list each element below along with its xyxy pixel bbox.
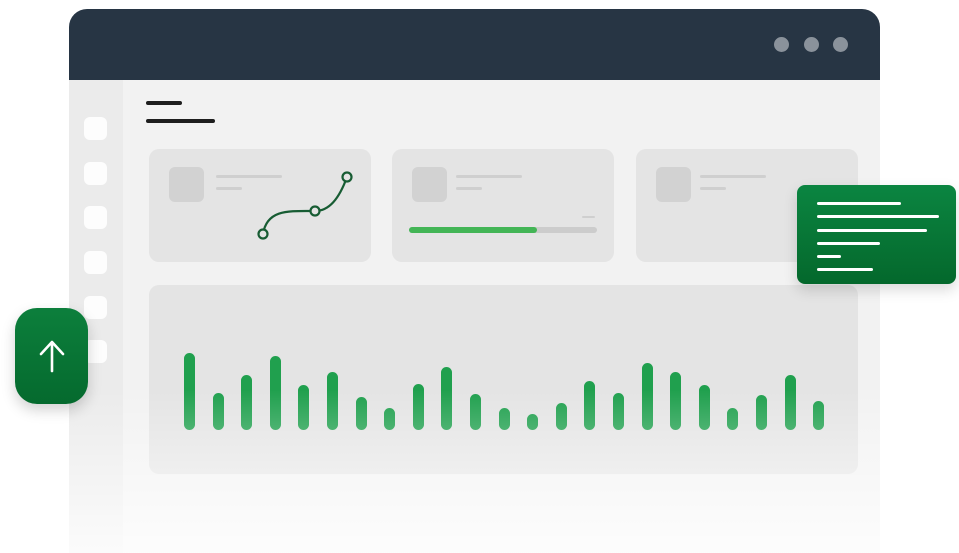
- chart-bar: [441, 367, 453, 430]
- chart-bar: [698, 385, 710, 430]
- window-dot[interactable]: [774, 37, 789, 52]
- text-line: [817, 255, 841, 258]
- app-window: [69, 9, 880, 553]
- text-line: [817, 229, 927, 232]
- text-line: [817, 268, 873, 271]
- chart-bar: [384, 407, 396, 430]
- card-subheading-line: [700, 187, 726, 190]
- text-line: [817, 202, 901, 205]
- sidebar-item[interactable]: [84, 206, 107, 229]
- chart-bar: [498, 407, 510, 430]
- chart-bar: [756, 394, 767, 430]
- progress-label-line: [582, 216, 595, 218]
- arrow-up-icon: [39, 340, 64, 373]
- trend-point: [341, 171, 353, 183]
- title-bar: [69, 9, 880, 80]
- upload-button[interactable]: [15, 308, 88, 404]
- page-title-line: [146, 101, 182, 105]
- trend-card[interactable]: [149, 149, 371, 262]
- floating-text-card[interactable]: [797, 185, 956, 284]
- text-line: [817, 215, 939, 218]
- chart-bar: [298, 385, 310, 430]
- chart-bar: [212, 393, 224, 430]
- chart-bar: [641, 362, 653, 430]
- sidebar-item[interactable]: [84, 117, 107, 140]
- sidebar-item[interactable]: [84, 296, 107, 319]
- chart-bar: [613, 393, 624, 430]
- text-line: [817, 242, 880, 245]
- chart-bar: [184, 352, 195, 430]
- chart-bar: [784, 375, 796, 430]
- chart-bar: [670, 372, 682, 430]
- illustration: [0, 0, 959, 553]
- chart-bar: [412, 384, 424, 430]
- bar-chart: [149, 285, 858, 474]
- card-heading-line: [700, 175, 766, 178]
- progress-bar: [409, 227, 597, 233]
- trend-line-icon: [257, 171, 353, 240]
- chart-bar: [241, 375, 253, 430]
- card-heading-line: [456, 175, 522, 178]
- window-dot[interactable]: [804, 37, 819, 52]
- window-dot[interactable]: [833, 37, 848, 52]
- card-subheading-line: [456, 187, 482, 190]
- chart-bar: [527, 413, 539, 430]
- chart-bar: [555, 403, 567, 430]
- card-icon: [412, 167, 447, 202]
- sidebar-item[interactable]: [84, 251, 107, 274]
- chart-bar: [584, 380, 596, 430]
- chart-bar: [813, 401, 825, 430]
- card-icon: [656, 167, 691, 202]
- trend-point: [257, 228, 269, 240]
- chart-bar: [327, 372, 338, 430]
- chart-bar: [269, 356, 281, 430]
- page-subtitle-line: [146, 119, 215, 123]
- chart-bar: [470, 394, 481, 430]
- chart-bar: [355, 396, 367, 430]
- trend-point: [309, 205, 321, 217]
- progress-card[interactable]: [392, 149, 614, 262]
- sidebar-item[interactable]: [84, 162, 107, 185]
- progress-fill: [409, 227, 537, 233]
- chart-bar: [727, 407, 739, 430]
